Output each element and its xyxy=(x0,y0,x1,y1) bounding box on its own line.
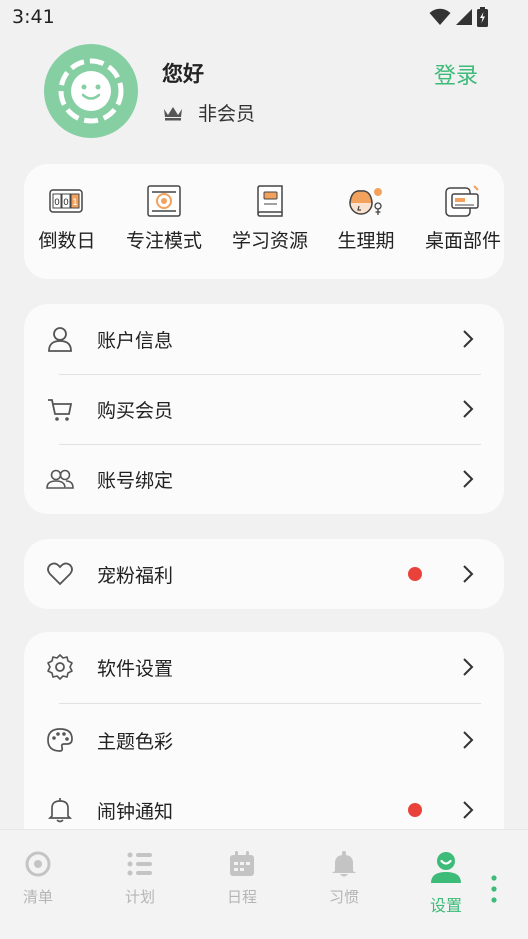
chevron-right-icon xyxy=(463,658,474,676)
chevron-right-icon xyxy=(463,801,474,819)
notification-dot xyxy=(408,803,422,817)
countdown-icon: 0 0 1 xyxy=(49,189,83,213)
nav-tab-list[interactable]: 清单 xyxy=(0,850,78,907)
quick-action-period[interactable]: 生理期 xyxy=(318,184,414,253)
nav-label: 清单 xyxy=(22,888,53,906)
settings-card: 软件设置 主题色彩 闹钟通知 xyxy=(24,632,504,862)
person-icon xyxy=(48,327,72,352)
chevron-right-icon xyxy=(463,470,474,488)
nav-label: 习惯 xyxy=(328,888,359,906)
status-time: 3:41 xyxy=(12,6,55,28)
quick-actions-card: 0 0 1 倒数日 专注模式 学习资源 生理期 桌面部件 xyxy=(24,164,504,279)
row-label: 购买会员 xyxy=(97,399,174,422)
battery-icon xyxy=(477,7,488,27)
avatar[interactable] xyxy=(44,44,138,138)
status-icons xyxy=(429,7,488,27)
cart-icon xyxy=(48,399,73,421)
nav-tab-habit[interactable]: 习惯 xyxy=(304,850,384,907)
theme-colors-row[interactable]: 主题色彩 xyxy=(24,705,504,775)
nav-tab-schedule[interactable]: 日程 xyxy=(202,850,282,907)
notification-dot xyxy=(408,567,422,581)
chevron-right-icon xyxy=(463,330,474,348)
quick-action-countdown[interactable]: 0 0 1 倒数日 xyxy=(19,184,115,253)
plan-list-icon xyxy=(127,852,152,876)
membership-status: 非会员 xyxy=(162,99,255,126)
bell-icon xyxy=(47,798,73,823)
svg-text:1: 1 xyxy=(72,198,78,208)
row-label: 宠粉福利 xyxy=(97,564,174,587)
login-button[interactable]: 登录 xyxy=(434,58,478,90)
quick-action-focus[interactable]: 专注模式 xyxy=(116,184,212,253)
account-card: 账户信息 购买会员 账号绑定 xyxy=(24,304,504,514)
nav-tab-settings[interactable]: 设置 xyxy=(406,850,486,916)
buy-membership-row[interactable]: 购买会员 xyxy=(24,374,504,444)
signal-icon xyxy=(456,9,472,25)
chevron-right-icon xyxy=(463,731,474,749)
smiley-face-icon xyxy=(58,58,124,124)
palette-icon xyxy=(47,728,73,752)
row-label: 软件设置 xyxy=(97,657,174,680)
quick-action-label: 桌面部件 xyxy=(424,230,501,252)
more-vertical-icon[interactable] xyxy=(486,874,502,904)
list-circle-icon xyxy=(25,851,51,877)
user-settings-icon xyxy=(431,852,461,883)
divider xyxy=(59,703,481,704)
row-label: 闹钟通知 xyxy=(97,800,174,823)
quick-action-label: 生理期 xyxy=(337,230,395,252)
bottom-nav: 清单 计划 日程 习惯 设置 xyxy=(0,829,528,939)
status-bar: 3:41 xyxy=(0,0,528,36)
chevron-right-icon xyxy=(463,565,474,583)
bell-habit-icon xyxy=(332,851,356,877)
quick-action-label: 学习资源 xyxy=(231,230,308,252)
account-binding-row[interactable]: 账号绑定 xyxy=(24,444,504,514)
gear-icon xyxy=(47,654,73,680)
fan-perks-row[interactable]: 宠粉福利 xyxy=(24,539,504,609)
greeting-text: 您好 xyxy=(162,62,204,86)
perks-card: 宠粉福利 xyxy=(24,539,504,609)
period-icon xyxy=(349,188,382,215)
book-icon xyxy=(257,185,283,217)
people-icon xyxy=(46,469,74,489)
row-label: 账号绑定 xyxy=(97,469,174,492)
heart-icon xyxy=(47,562,73,586)
svg-text:0: 0 xyxy=(63,198,69,208)
quick-action-resources[interactable]: 学习资源 xyxy=(222,184,318,253)
calendar-icon xyxy=(230,851,254,876)
chevron-right-icon xyxy=(463,400,474,418)
quick-action-label: 倒数日 xyxy=(38,230,96,252)
row-label: 账户信息 xyxy=(97,329,174,352)
nav-tab-plan[interactable]: 计划 xyxy=(100,850,180,907)
widget-icon xyxy=(445,185,479,217)
quick-action-label: 专注模式 xyxy=(125,230,202,252)
nav-label: 计划 xyxy=(124,888,155,906)
nav-label: 设置 xyxy=(429,896,462,915)
focus-hours-icon xyxy=(147,185,181,217)
account-info-row[interactable]: 账户信息 xyxy=(24,304,504,374)
membership-label: 非会员 xyxy=(198,103,256,125)
svg-text:0: 0 xyxy=(54,198,60,208)
row-label: 主题色彩 xyxy=(97,730,174,753)
crown-icon xyxy=(164,106,182,120)
nav-label: 日程 xyxy=(226,888,257,906)
app-settings-row[interactable]: 软件设置 xyxy=(24,632,504,702)
wifi-icon xyxy=(429,8,451,25)
quick-action-widgets[interactable]: 桌面部件 xyxy=(415,184,511,253)
